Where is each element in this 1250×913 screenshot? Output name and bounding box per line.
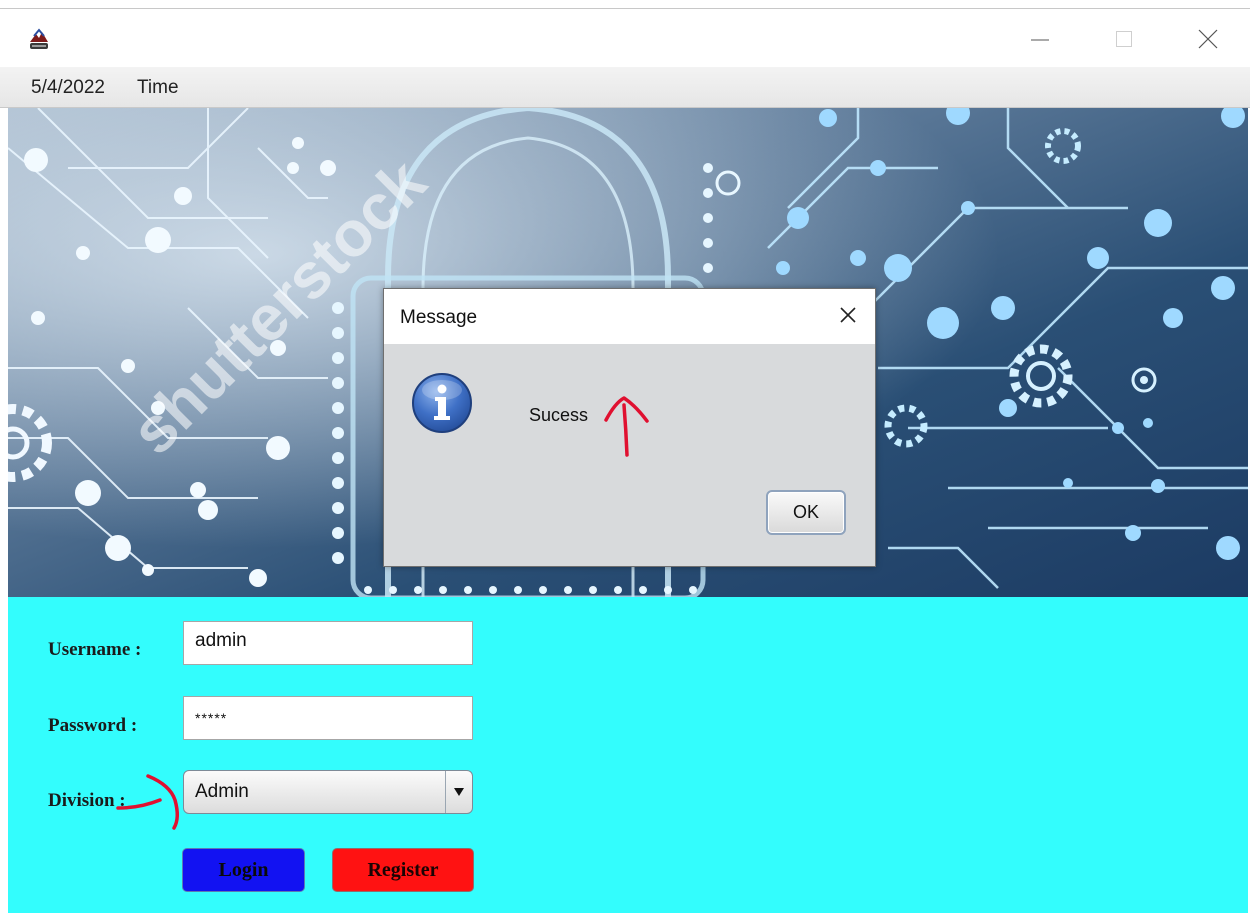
login-button[interactable]: Login: [182, 848, 305, 892]
username-label: Username :: [48, 639, 142, 660]
close-icon: [1198, 29, 1218, 49]
close-icon: [840, 307, 856, 323]
division-dropdown[interactable]: Admin: [183, 770, 473, 814]
window-titlebar[interactable]: [0, 9, 1250, 67]
login-window: 5/4/2022 Time shutterstock Username: ad…: [0, 0, 1250, 913]
maximize-icon: [1116, 31, 1132, 47]
dialog-titlebar[interactable]: Message: [384, 289, 875, 344]
username-field[interactable]: admin: [183, 621, 473, 665]
minimize-button[interactable]: [1018, 19, 1062, 59]
password-label: Password :: [48, 715, 138, 736]
date-time-bar: 5/4/2022 Time: [0, 67, 1250, 108]
dialog-title: Message: [400, 307, 478, 328]
java-app-icon: [26, 26, 52, 52]
minimize-icon: [1031, 39, 1049, 41]
dropdown-arrow-button[interactable]: [445, 771, 472, 813]
chevron-down-icon: [454, 788, 464, 796]
information-icon: [411, 372, 473, 434]
close-button[interactable]: [1186, 19, 1230, 59]
time-label: Time: [137, 77, 179, 98]
dialog-message: Sucess: [529, 405, 589, 425]
division-label: Division :: [48, 790, 126, 811]
ok-button[interactable]: OK: [766, 490, 846, 535]
division-selected-value: Admin: [195, 781, 249, 802]
date-label: 5/4/2022: [31, 77, 105, 98]
register-button[interactable]: Register: [332, 848, 474, 892]
dialog-close-button[interactable]: [833, 300, 863, 330]
message-dialog: Message Sucess OK: [383, 288, 876, 567]
password-field[interactable]: *****: [183, 696, 473, 740]
maximize-button[interactable]: [1102, 19, 1146, 59]
login-form-panel: Username : admin Password : ***** Divisi…: [8, 597, 1248, 913]
